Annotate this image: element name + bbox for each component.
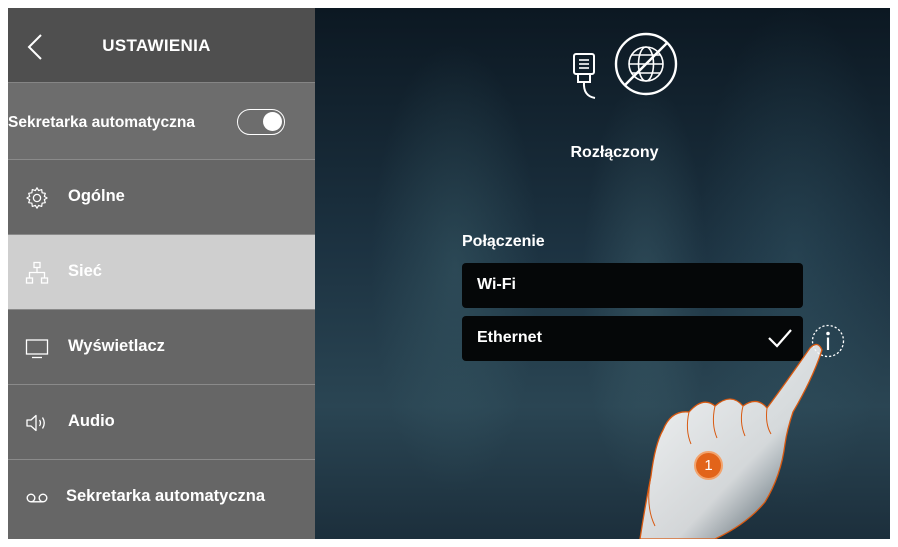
sidebar-item-label: Wyświetlacz: [68, 337, 165, 355]
toggle-label: Sekretarka automatyczna: [8, 114, 195, 131]
sidebar-item-label: Audio: [68, 412, 115, 430]
step-number-badge: 1: [694, 451, 723, 480]
monitor-icon: [25, 339, 49, 359]
sidebar-item-general[interactable]: Ogólne: [8, 159, 315, 234]
sidebar-header: USTAWIENIA: [8, 8, 315, 82]
device-screen: USTAWIENIA Sekretarka automatyczna Ogóln…: [8, 8, 890, 539]
pointing-hand-illustration: [639, 343, 823, 539]
sidebar-item-audio[interactable]: Audio: [8, 384, 315, 459]
sidebar-title: USTAWIENIA: [102, 36, 211, 55]
connection-status: Rozłączony: [570, 144, 659, 161]
sidebar-item-answering-machine[interactable]: Sekretarka automatyczna: [8, 459, 315, 539]
connection-section-label: Połączenie: [462, 233, 545, 250]
option-wifi[interactable]: Wi-Fi: [462, 263, 803, 308]
network-panel: Rozłączony Połączenie Wi-Fi Ethernet 1: [315, 8, 890, 539]
sidebar-item-label: Sekretarka automatyczna: [66, 487, 266, 505]
network-icon: [25, 261, 49, 284]
speaker-icon: [26, 414, 45, 432]
sidebar-item-label: Sieć: [68, 262, 102, 280]
toggle-knob: [263, 112, 282, 131]
ethernet-disconnected-icon: [573, 32, 678, 99]
voicemail-icon: [26, 493, 48, 503]
sidebar-item-network[interactable]: Sieć: [8, 234, 315, 309]
answering-machine-toggle[interactable]: [237, 109, 285, 135]
option-label: Ethernet: [477, 329, 542, 346]
sidebar-item-display[interactable]: Wyświetlacz: [8, 309, 315, 384]
sidebar-item-label: Ogólne: [68, 187, 125, 205]
settings-sidebar: USTAWIENIA Sekretarka automatyczna Ogóln…: [8, 8, 315, 539]
gear-icon: [26, 187, 48, 209]
answering-machine-toggle-row: Sekretarka automatyczna: [8, 82, 315, 160]
option-label: Wi-Fi: [477, 276, 516, 293]
